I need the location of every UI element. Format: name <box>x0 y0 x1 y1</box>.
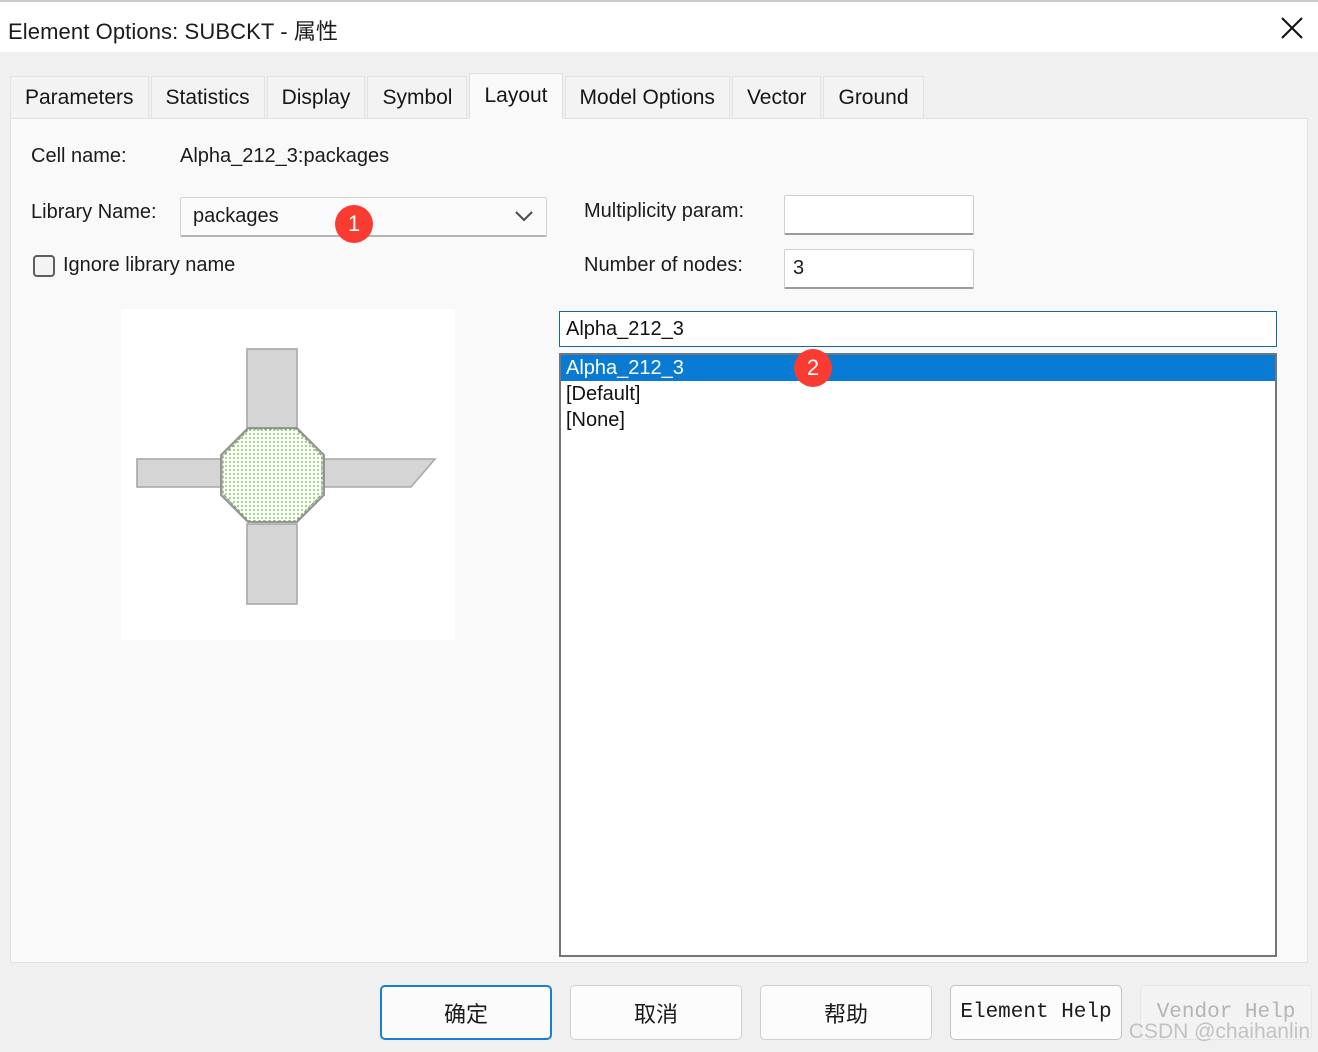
tab-label: Display <box>281 85 351 109</box>
cancel-button[interactable]: 取消 <box>570 985 742 1040</box>
tab-label: Symbol <box>382 85 453 109</box>
list-item[interactable]: [None] <box>561 407 1275 433</box>
tab-statistics[interactable]: Statistics <box>150 76 265 118</box>
cell-name-search-input[interactable] <box>559 311 1277 347</box>
number-of-nodes-label: Number of nodes: <box>584 254 743 276</box>
help-button[interactable]: 帮助 <box>760 985 932 1040</box>
tab-layout[interactable]: Layout <box>469 73 563 119</box>
tab-display[interactable]: Display <box>266 76 366 118</box>
title-bar: Element Options: SUBCKT - 属性 <box>0 0 1318 52</box>
tab-label: Parameters <box>25 85 134 109</box>
chevron-down-icon <box>514 210 534 228</box>
tab-label: Ground <box>838 85 909 109</box>
close-button[interactable] <box>1266 4 1318 52</box>
element-help-button[interactable]: Element Help <box>950 985 1122 1040</box>
tab-symbol[interactable]: Symbol <box>367 76 468 118</box>
multiplicity-param-input[interactable] <box>784 195 974 235</box>
annotation-badge-2: 2 <box>794 349 832 387</box>
number-of-nodes-input[interactable] <box>784 249 974 289</box>
tab-label: Statistics <box>165 85 250 109</box>
tab-parameters[interactable]: Parameters <box>10 76 149 118</box>
ignore-library-name-label: Ignore library name <box>63 254 236 276</box>
window-title: Element Options: SUBCKT - 属性 <box>8 19 339 44</box>
tab-label: Vector <box>746 85 807 109</box>
cell-name-value: Alpha_212_3:packages <box>180 145 390 167</box>
tab-vector[interactable]: Vector <box>731 76 822 118</box>
ok-button[interactable]: 确定 <box>380 985 552 1040</box>
library-name-value: packages <box>193 205 279 227</box>
library-name-label: Library Name: <box>31 201 157 223</box>
cell-name-listbox[interactable]: Alpha_212_3 [Default] [None] <box>559 353 1277 957</box>
list-item[interactable]: Alpha_212_3 <box>561 355 1275 381</box>
tab-label: Model Options <box>579 85 715 109</box>
multiplicity-param-label: Multiplicity param: <box>584 200 745 222</box>
tab-ground[interactable]: Ground <box>823 76 924 118</box>
tab-bar: Parameters Statistics Display Symbol Lay… <box>10 73 926 119</box>
watermark-text: CSDN @chaihanlin <box>1128 1020 1310 1043</box>
ignore-library-name-checkbox[interactable]: Ignore library name <box>33 254 235 277</box>
close-icon <box>1279 15 1305 41</box>
checkbox-box-icon <box>33 254 55 277</box>
cell-name-label: Cell name: <box>31 145 127 167</box>
annotation-badge-1: 1 <box>335 205 373 243</box>
layout-preview-graphic <box>136 348 437 605</box>
layout-preview <box>121 309 455 640</box>
tab-model-options[interactable]: Model Options <box>564 76 730 118</box>
tab-label: Layout <box>484 84 548 107</box>
list-item[interactable]: [Default] <box>561 381 1275 407</box>
layout-tab-panel: Cell name: Alpha_212_3:packages Library … <box>10 118 1308 963</box>
